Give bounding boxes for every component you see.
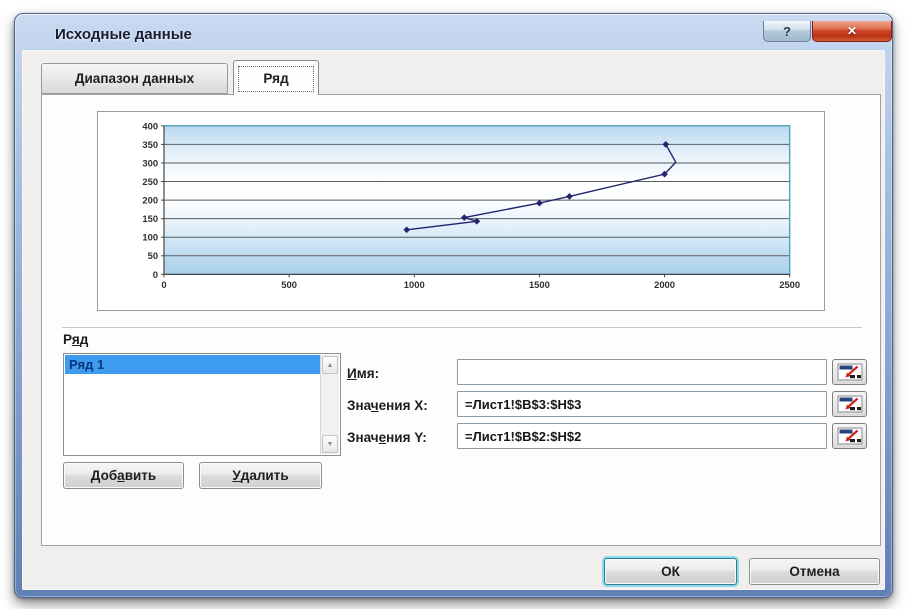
name-range-picker-button[interactable] (832, 359, 867, 385)
name-field-label: Имя: (347, 366, 380, 381)
svg-text:500: 500 (281, 279, 297, 290)
ok-button[interactable]: ОК (604, 558, 737, 585)
help-button[interactable]: ? (763, 21, 811, 42)
series-list-item[interactable]: Ряд 1 (65, 355, 321, 374)
svg-text:0: 0 (161, 279, 166, 290)
svg-text:400: 400 (142, 120, 158, 131)
series-group-label: Ряд (63, 332, 89, 347)
add-series-button[interactable]: Доб а вить (63, 462, 184, 489)
delete-series-button[interactable]: Удалить (199, 462, 322, 489)
scroll-down-button[interactable]: ▼ (322, 435, 338, 453)
svg-text:300: 300 (142, 157, 158, 168)
tab-data-range[interactable]: Диапазон данных (41, 63, 228, 94)
tab-series[interactable]: Ряд (233, 60, 319, 95)
source-data-dialog: Исходные данные ? ✕ Диапазон данных Ряд (14, 13, 893, 598)
x-values-field-label: Значения X: (347, 398, 428, 413)
down-arrow-icon: ▼ (326, 440, 334, 448)
listbox-scrollbar[interactable]: ▲ ▼ (320, 355, 339, 454)
chart-preview: 0 50 100 150 200 250 300 350 400 0 500 1000 1500 2000… (97, 111, 825, 311)
name-field-input[interactable] (457, 359, 827, 385)
dialog-body: Диапазон данных Ряд 0 50 100 150 200 250… (22, 50, 885, 590)
svg-text:0: 0 (153, 269, 158, 280)
svg-text:50: 50 (148, 250, 158, 261)
help-icon: ? (783, 23, 791, 39)
svg-text:200: 200 (142, 195, 158, 206)
y-values-field-label: Значения Y: (347, 430, 427, 445)
dialog-title: Исходные данные (55, 26, 192, 43)
tab-series-label: Ряд (263, 70, 289, 86)
svg-text:2000: 2000 (654, 279, 675, 290)
close-button[interactable]: ✕ (812, 21, 892, 42)
series-listbox[interactable]: Ряд 1 ▲ ▼ (63, 353, 341, 456)
scatter-line-chart: 0 50 100 150 200 250 300 350 400 0 500 1000 1500 2000… (142, 120, 800, 290)
svg-text:100: 100 (142, 232, 158, 243)
close-icon: ✕ (846, 24, 858, 38)
svg-text:350: 350 (142, 139, 158, 150)
x-values-range-picker-button[interactable] (832, 391, 867, 417)
x-values-field-input[interactable] (457, 391, 827, 417)
y-values-field-input[interactable] (457, 423, 827, 449)
separator-line (62, 327, 862, 331)
svg-text:1500: 1500 (529, 279, 550, 290)
svg-text:250: 250 (142, 176, 158, 187)
tab-data-range-label: Диапазон данных (74, 71, 195, 86)
up-arrow-icon: ▲ (326, 361, 334, 369)
svg-text:1000: 1000 (404, 279, 425, 290)
y-values-range-picker-button[interactable] (832, 423, 867, 449)
svg-text:150: 150 (142, 213, 158, 224)
cancel-button[interactable]: Отмена (749, 558, 880, 585)
collapse-dialog-icon (837, 363, 862, 381)
collapse-dialog-icon (837, 427, 862, 445)
collapse-dialog-icon (837, 395, 862, 413)
scroll-up-button[interactable]: ▲ (322, 356, 338, 374)
svg-text:2500: 2500 (779, 279, 800, 290)
series-tab-page: 0 50 100 150 200 250 300 350 400 0 500 1000 1500 2000… (41, 94, 881, 546)
